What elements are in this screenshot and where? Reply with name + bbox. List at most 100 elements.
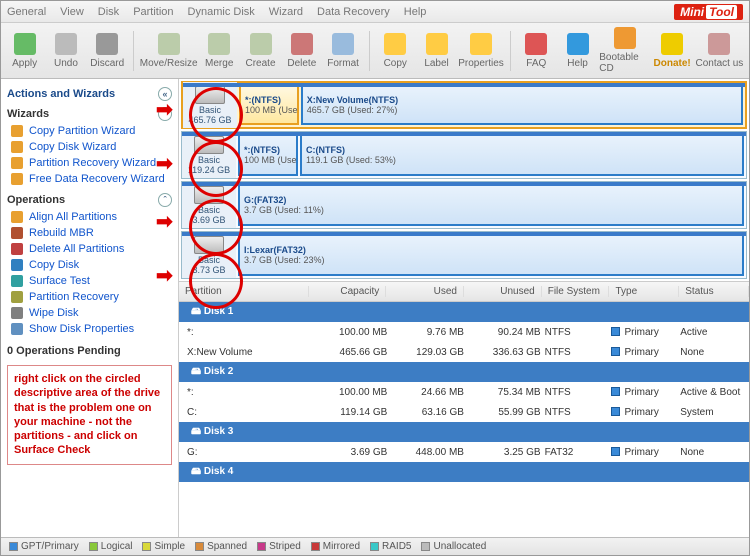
menu-partition[interactable]: Partition bbox=[133, 6, 173, 18]
wizards-header: Wizards ˆ bbox=[7, 107, 172, 121]
menu-view[interactable]: View bbox=[60, 6, 84, 18]
apply-button[interactable]: Apply bbox=[5, 27, 44, 75]
col-file-system[interactable]: File System bbox=[542, 286, 610, 297]
wizard-copy-disk-wizard[interactable]: Copy Disk Wizard bbox=[7, 139, 172, 155]
list-label: Partition Recovery Wizard bbox=[29, 157, 156, 169]
table-row[interactable]: *:100.00 MB9.76 MB90.24 MBNTFSPrimaryAct… bbox=[179, 322, 749, 342]
list-label: Copy Disk bbox=[29, 259, 79, 271]
operation-copy-disk[interactable]: Copy Disk bbox=[7, 257, 172, 273]
toolbar-icon bbox=[14, 33, 36, 55]
toolbar-label: FAQ bbox=[526, 58, 546, 69]
toolbar-icon bbox=[567, 33, 589, 55]
disk-row-3[interactable]: Basic3.69 GBG:(FAT32)3.7 GB (Used: 11%) bbox=[181, 181, 747, 229]
collapse-ops-icon[interactable]: ˆ bbox=[158, 193, 172, 207]
partition-block[interactable]: C:(NTFS)119.1 GB (Used: 53%) bbox=[300, 134, 744, 176]
col-used[interactable]: Used bbox=[386, 286, 464, 297]
table-body: 🖴 Disk 1*:100.00 MB9.76 MB90.24 MBNTFSPr… bbox=[179, 302, 749, 482]
menu-dynamic-disk[interactable]: Dynamic Disk bbox=[188, 6, 255, 18]
operation-rebuild-mbr[interactable]: Rebuild MBR bbox=[7, 225, 172, 241]
properties-button[interactable]: Properties bbox=[458, 27, 504, 75]
format-button[interactable]: Format bbox=[323, 27, 362, 75]
wizard-partition-recovery-wizard[interactable]: Partition Recovery Wizard bbox=[7, 155, 172, 171]
disk-group-header[interactable]: 🖴 Disk 1 bbox=[179, 302, 749, 322]
disk-group-header[interactable]: 🖴 Disk 4 bbox=[179, 462, 749, 482]
wizard-free-data-recovery-wizard[interactable]: Free Data Recovery Wizard bbox=[7, 171, 172, 187]
legend-simple: Simple bbox=[142, 541, 185, 552]
merge-button[interactable]: Merge bbox=[200, 27, 239, 75]
operation-align-all-partitions[interactable]: Align All Partitions bbox=[7, 209, 172, 225]
toolbar: Apply Undo Discard Move/ResizeMergeCreateDe… bbox=[1, 23, 749, 79]
list-icon bbox=[11, 259, 23, 271]
table-row[interactable]: X:New Volume465.66 GB129.03 GB336.63 GBN… bbox=[179, 342, 749, 362]
operation-surface-test[interactable]: Surface Test bbox=[7, 273, 172, 289]
bootable-cd-button[interactable]: Bootable CD bbox=[599, 27, 650, 75]
toolbar-label: Discard bbox=[90, 58, 124, 69]
disk-row-1[interactable]: Basic465.76 GB*:(NTFS)100 MB (Used:X:New… bbox=[181, 81, 747, 129]
disk-icon[interactable]: Basic465.76 GB bbox=[183, 82, 237, 128]
toolbar-icon bbox=[426, 33, 448, 55]
toolbar-label: Apply bbox=[12, 58, 37, 69]
list-icon bbox=[11, 125, 23, 137]
discard-button[interactable]: Discard bbox=[88, 27, 127, 75]
operation-wipe-disk[interactable]: Wipe Disk bbox=[7, 305, 172, 321]
col-capacity[interactable]: Capacity bbox=[309, 286, 387, 297]
legend-logical: Logical bbox=[89, 541, 133, 552]
menu-disk[interactable]: Disk bbox=[98, 6, 119, 18]
table-row[interactable]: *:100.00 MB24.66 MB75.34 MBNTFSPrimaryAc… bbox=[179, 382, 749, 402]
list-label: Free Data Recovery Wizard bbox=[29, 173, 165, 185]
operation-partition-recovery[interactable]: Partition Recovery bbox=[7, 289, 172, 305]
col-partition[interactable]: Partition bbox=[179, 286, 309, 297]
menu-help[interactable]: Help bbox=[404, 6, 427, 18]
partition-block[interactable]: *:(NTFS)100 MB (Used: bbox=[239, 85, 299, 125]
disk-group-header[interactable]: 🖴 Disk 2 bbox=[179, 362, 749, 382]
partition-block[interactable]: *:(NTFS)100 MB (Used: bbox=[238, 134, 298, 176]
contact-us-button[interactable]: Contact us bbox=[694, 27, 745, 75]
list-label: Surface Test bbox=[29, 275, 90, 287]
disk-row-2[interactable]: Basic119.24 GB*:(NTFS)100 MB (Used:C:(NT… bbox=[181, 131, 747, 179]
delete-button[interactable]: Delete bbox=[282, 27, 321, 75]
list-label: Partition Recovery bbox=[29, 291, 119, 303]
partition-block[interactable]: I:Lexar(FAT32)3.7 GB (Used: 23%) bbox=[238, 234, 744, 276]
disk-icon[interactable]: Basic3.73 GB bbox=[182, 232, 236, 278]
operations-header: Operations ˆ bbox=[7, 193, 172, 207]
separator bbox=[133, 31, 134, 71]
separator bbox=[369, 31, 370, 71]
disk-icon[interactable]: Basic3.69 GB bbox=[182, 182, 236, 228]
list-icon bbox=[11, 307, 23, 319]
partition-block[interactable]: X:New Volume(NTFS)465.7 GB (Used: 27%) bbox=[301, 85, 743, 125]
disk-icon[interactable]: Basic119.24 GB bbox=[182, 132, 236, 178]
menu-data-recovery[interactable]: Data Recovery bbox=[317, 6, 390, 18]
collapse-wizards-icon[interactable]: ˆ bbox=[158, 107, 172, 121]
toolbar-label: Donate! bbox=[654, 58, 691, 69]
col-unused[interactable]: Unused bbox=[464, 286, 542, 297]
wizard-list: Copy Partition WizardCopy Disk Wizard Par… bbox=[7, 123, 172, 187]
create-button[interactable]: Create bbox=[241, 27, 280, 75]
partition-block[interactable]: G:(FAT32)3.7 GB (Used: 11%) bbox=[238, 184, 744, 226]
menu-wizard[interactable]: Wizard bbox=[269, 6, 303, 18]
faq-button[interactable]: FAQ bbox=[517, 27, 556, 75]
toolbar-label: Copy bbox=[384, 58, 407, 69]
operation-show-disk-properties[interactable]: Show Disk Properties bbox=[7, 321, 172, 337]
collapse-icon[interactable]: « bbox=[158, 87, 172, 101]
copy-button[interactable]: Copy bbox=[376, 27, 415, 75]
operation-delete-all-partitions[interactable]: Delete All Partitions bbox=[7, 241, 172, 257]
table-row[interactable]: C:119.14 GB63.16 GB55.99 GBNTFSPrimarySy… bbox=[179, 402, 749, 422]
menu-general[interactable]: General bbox=[7, 6, 46, 18]
undo-button[interactable]: Undo bbox=[46, 27, 85, 75]
partition-container: *:(NTFS)100 MB (Used:C:(NTFS)119.1 GB (U… bbox=[236, 132, 746, 178]
disk-group-header[interactable]: 🖴 Disk 3 bbox=[179, 422, 749, 442]
wizard-copy-partition-wizard[interactable]: Copy Partition Wizard bbox=[7, 123, 172, 139]
disk-row-4[interactable]: Basic3.73 GBI:Lexar(FAT32)3.7 GB (Used: … bbox=[181, 231, 747, 279]
move-resize-button[interactable]: Move/Resize bbox=[140, 27, 198, 75]
toolbar-label: Label bbox=[424, 58, 448, 69]
donate--button[interactable]: Donate! bbox=[652, 27, 691, 75]
list-icon bbox=[11, 141, 23, 153]
col-status[interactable]: Status bbox=[679, 286, 749, 297]
list-icon bbox=[11, 323, 23, 335]
toolbar-icon bbox=[250, 33, 272, 55]
table-row[interactable]: G:3.69 GB448.00 MB3.25 GBFAT32PrimaryNon… bbox=[179, 442, 749, 462]
label-button[interactable]: Label bbox=[417, 27, 456, 75]
help-button[interactable]: Help bbox=[558, 27, 597, 75]
col-type[interactable]: Type bbox=[609, 286, 679, 297]
toolbar-icon bbox=[525, 33, 547, 55]
